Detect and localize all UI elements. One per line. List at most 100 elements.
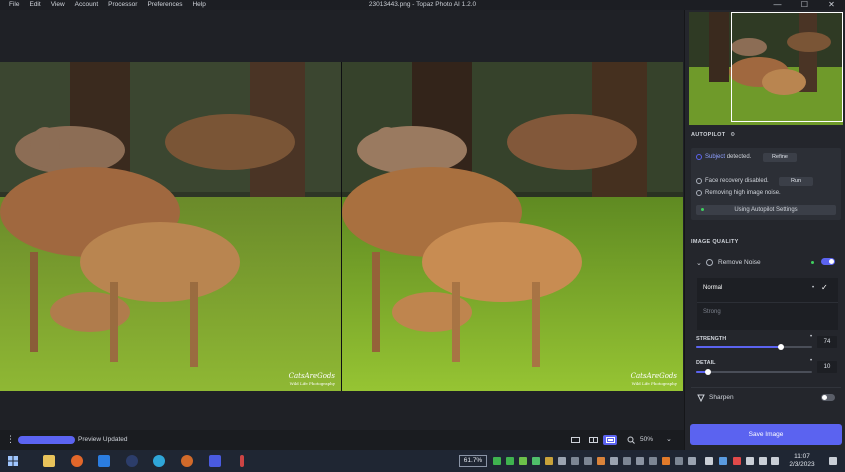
tray-icon-6[interactable]: [558, 457, 566, 465]
strength-handle[interactable]: [778, 344, 784, 350]
strength-value[interactable]: 74: [817, 336, 837, 348]
remove-noise-label: Remove Noise: [718, 259, 761, 266]
clock-date: 2/3/2023: [789, 461, 815, 468]
single-view-icon: [570, 437, 580, 443]
subject-label: Subject: [705, 154, 726, 160]
detail-dot: •: [810, 358, 813, 364]
more-options-icon[interactable]: ⋮: [6, 434, 15, 445]
deer-photo-original: [0, 62, 341, 391]
side-by-side-icon: [588, 437, 598, 443]
tray-icon-12[interactable]: [636, 457, 644, 465]
menu-file[interactable]: File: [4, 0, 24, 10]
strength-fill: [696, 346, 782, 348]
watermark-main-right: CatsAreGods: [630, 372, 677, 380]
zoom-level[interactable]: 50%: [640, 436, 653, 443]
tray-icon-16[interactable]: [688, 457, 696, 465]
mode-strong[interactable]: Strong: [703, 309, 721, 315]
menu-edit[interactable]: Edit: [24, 0, 45, 10]
tray-icon-15[interactable]: [675, 457, 683, 465]
watermark-main: CatsAreGods: [288, 372, 335, 380]
selected-dot: •: [812, 285, 815, 291]
store-icon[interactable]: [98, 455, 110, 467]
menu-processor[interactable]: Processor: [103, 0, 142, 10]
run-button[interactable]: Run: [779, 177, 813, 186]
detail-value[interactable]: 10: [817, 361, 837, 373]
windows-start-icon[interactable]: [8, 456, 18, 466]
minimize-button[interactable]: —: [764, 0, 791, 10]
image-canvas[interactable]: CatsAreGods Wild Life Photography CatsAr…: [0, 10, 684, 430]
detail-track[interactable]: [696, 371, 812, 373]
face-recovery-text: Face recovery disabled.: [705, 178, 769, 184]
preview-image[interactable]: CatsAreGods Wild Life Photography: [342, 62, 683, 391]
split-view-icon: [605, 437, 615, 443]
tray-icon-13[interactable]: [649, 457, 657, 465]
chevron-up-icon[interactable]: [746, 457, 754, 465]
zoom-icon[interactable]: [627, 436, 635, 444]
tray-icon-11[interactable]: [623, 457, 631, 465]
shield-app-icon[interactable]: [209, 455, 221, 467]
detail-label: DETAIL: [696, 360, 716, 366]
menu-view[interactable]: View: [46, 0, 70, 10]
tray-icon-9[interactable]: [597, 457, 605, 465]
tray-icon-4[interactable]: [532, 457, 540, 465]
sharpen-label: Sharpen: [709, 394, 734, 401]
split-view-button[interactable]: [603, 435, 617, 445]
volume-icon[interactable]: [771, 457, 779, 465]
pinned-app-icon[interactable]: [240, 455, 244, 467]
navigator-thumbnail[interactable]: [689, 12, 843, 125]
autopilot-title-text: AUTOPILOT: [691, 132, 726, 138]
file-explorer-icon[interactable]: [43, 455, 55, 467]
tray-icon-18[interactable]: [733, 457, 741, 465]
sharpen-toggle[interactable]: [821, 394, 835, 401]
maximize-button[interactable]: ☐: [791, 0, 818, 10]
tray-icon-17[interactable]: [719, 457, 727, 465]
close-button[interactable]: ✕: [818, 0, 845, 10]
tray-icon-3[interactable]: [519, 457, 527, 465]
noise-icon: [696, 190, 702, 196]
subject-row: Subject detected.: [705, 154, 751, 160]
mode-separator: [697, 302, 838, 303]
original-image[interactable]: CatsAreGods Wild Life Photography: [0, 62, 341, 391]
watermark-sub: Wild Life Photography: [289, 381, 335, 386]
deer-photo-processed: [342, 62, 683, 391]
side-by-side-button[interactable]: [586, 435, 600, 445]
menu-preferences[interactable]: Preferences: [142, 0, 187, 10]
tray-icon-14[interactable]: [662, 457, 670, 465]
onepassword-icon[interactable]: [126, 455, 138, 467]
refine-button[interactable]: Refine: [763, 153, 797, 162]
mode-normal[interactable]: Normal: [703, 285, 722, 291]
tray-icon-5[interactable]: [545, 457, 553, 465]
menu-account[interactable]: Account: [70, 0, 104, 10]
watermark-right: CatsAreGods Wild Life Photography: [631, 373, 677, 387]
settings-tray-icon[interactable]: [705, 457, 713, 465]
tray-icon-8[interactable]: [584, 457, 592, 465]
edge-icon[interactable]: [153, 455, 165, 467]
single-view-button[interactable]: [568, 435, 582, 445]
tray-icon-10[interactable]: [610, 457, 618, 465]
topaz-icon[interactable]: [181, 455, 193, 467]
watermark: CatsAreGods Wild Life Photography: [289, 373, 335, 387]
taskbar-clock[interactable]: 11:07 2/3/2023: [782, 453, 822, 469]
zoom-badge[interactable]: 61.7%: [459, 455, 487, 467]
detail-handle[interactable]: [705, 369, 711, 375]
navigator-viewport[interactable]: [731, 12, 843, 122]
watermark-sub-right: Wild Life Photography: [631, 381, 677, 386]
tray-icon-2[interactable]: [506, 457, 514, 465]
network-icon[interactable]: [759, 457, 767, 465]
chevron-down-icon[interactable]: ⌄: [696, 259, 702, 267]
strength-label: STRENGTH: [696, 336, 727, 342]
menu-bar: File Edit View Account Processor Prefere…: [0, 0, 211, 10]
tray-icon-7[interactable]: [571, 457, 579, 465]
gear-icon[interactable]: ⚙: [730, 132, 735, 138]
tray-icon-1[interactable]: [493, 457, 501, 465]
save-image-button[interactable]: Save Image: [690, 424, 842, 445]
autopilot-settings-button[interactable]: Using Autopilot Settings: [696, 205, 836, 215]
firefox-icon[interactable]: [71, 455, 83, 467]
notification-icon[interactable]: [829, 457, 837, 465]
zoom-dropdown-icon[interactable]: ⌄: [666, 435, 672, 443]
remove-noise-icon: [706, 259, 713, 266]
right-panel: AUTOPILOT ⚙ Subject detected. Refine Fac…: [684, 10, 845, 450]
toggle-knob: [829, 259, 834, 264]
menu-help[interactable]: Help: [187, 0, 210, 10]
remove-noise-toggle[interactable]: [821, 258, 835, 265]
